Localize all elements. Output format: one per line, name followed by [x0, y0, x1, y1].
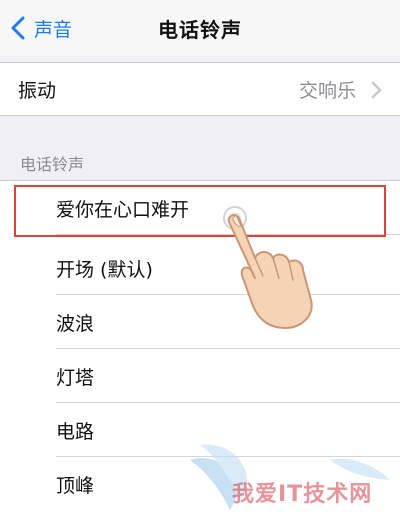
ringtone-item[interactable]: 波浪 — [0, 295, 400, 349]
vibration-row[interactable]: 振动 交响乐 — [0, 62, 400, 116]
ringtone-label: 灯塔 — [56, 367, 95, 389]
navigation-bar: 声音 电话铃声 — [0, 0, 400, 57]
ringtone-settings-screen: 声音 电话铃声 振动 交响乐 电话铃声 爱你在心口难开 开场 (默认) 波浪 灯… — [0, 0, 400, 515]
ringtone-label: 电路 — [56, 421, 95, 443]
ringtone-label: 爱你在心口难开 — [56, 199, 190, 221]
vibration-label: 振动 — [18, 80, 57, 102]
chevron-right-icon — [371, 81, 382, 99]
page-title: 电话铃声 — [158, 18, 242, 42]
ringtone-label: 开场 (默认) — [56, 259, 153, 281]
ringtone-label: 波浪 — [56, 313, 95, 335]
ringtone-item[interactable]: 开场 (默认) — [0, 241, 400, 295]
section-header: 电话铃声 — [20, 155, 85, 174]
ringtone-item[interactable]: 灯塔 — [0, 349, 400, 403]
ringtone-label: 顶峰 — [56, 475, 95, 497]
ringtone-item[interactable]: 爱你在心口难开 — [0, 181, 400, 235]
pointing-hand-icon — [223, 206, 313, 329]
watermark-text: 我爱IT技术网 — [232, 482, 373, 507]
vibration-value: 交响乐 — [298, 80, 356, 102]
